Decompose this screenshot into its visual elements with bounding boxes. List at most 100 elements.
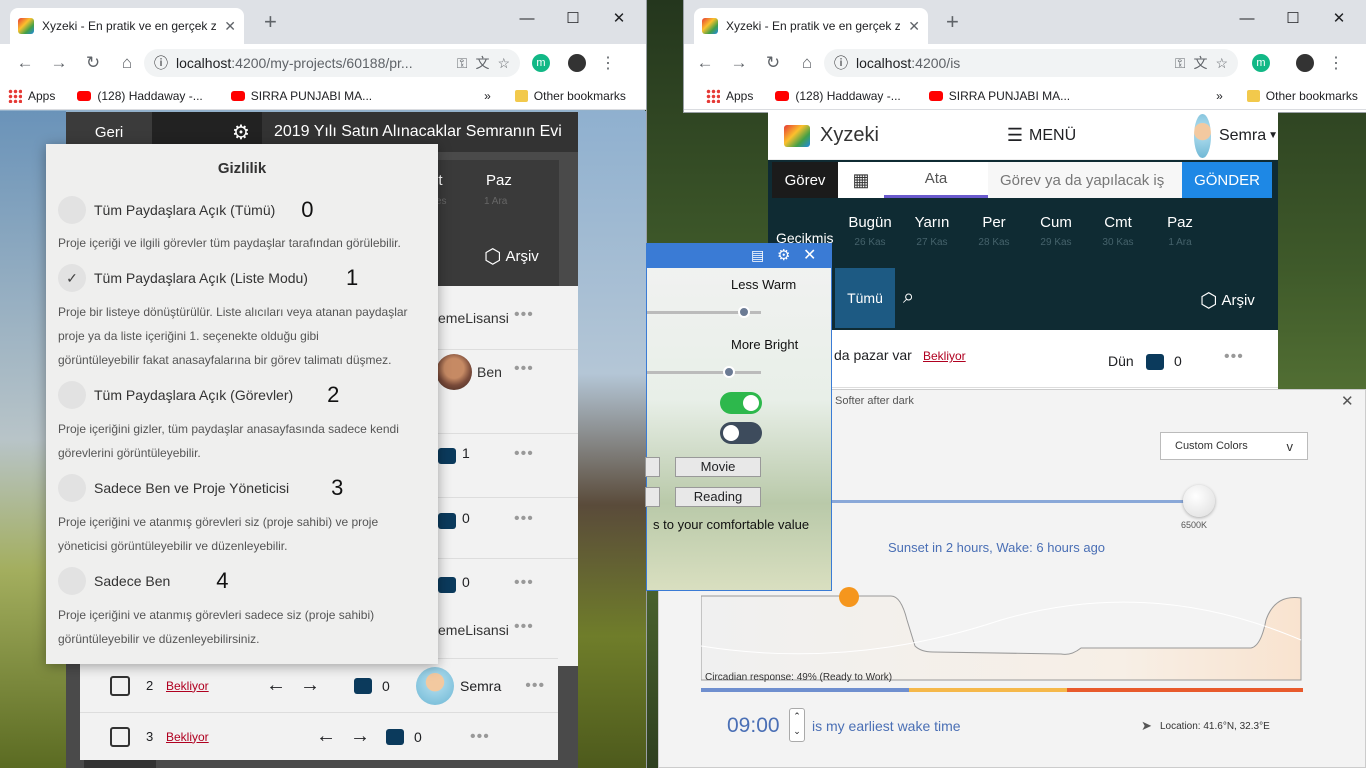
extension-icon[interactable]: m [1252, 54, 1270, 72]
comment-icon[interactable] [1146, 354, 1164, 370]
row-menu-dots-icon[interactable]: ••• [470, 728, 490, 746]
chevron-up-icon[interactable]: ⌃ [790, 709, 804, 724]
radio-button[interactable] [58, 567, 86, 595]
info-icon[interactable]: ⓘ [154, 53, 168, 73]
status-link[interactable]: Bekliyor [166, 679, 266, 693]
archive-button[interactable]: ⬡ Arşiv [484, 244, 539, 269]
comment-icon[interactable] [438, 577, 456, 593]
day-tab[interactable]: Yarın 27 Kas [902, 214, 962, 248]
comment-icon[interactable] [386, 728, 404, 745]
reload-icon[interactable]: ↻ [756, 53, 790, 73]
bookmark-haddaway[interactable]: (128) Haddaway -... [97, 89, 202, 103]
tab-task[interactable]: Görev [772, 162, 838, 198]
privacy-option-4[interactable]: Sadece Ben 4 [58, 567, 229, 595]
day-tab[interactable]: Per 28 Kas [964, 214, 1024, 248]
other-bookmarks[interactable]: Other bookmarks [1266, 89, 1358, 103]
profile-avatar[interactable] [1296, 54, 1314, 72]
color-temp-track[interactable] [829, 500, 1199, 503]
star-icon[interactable]: ☆ [1215, 55, 1228, 72]
checkmark-icon[interactable]: ✓ [58, 264, 86, 292]
new-tab-icon[interactable]: + [946, 11, 959, 33]
forward-arrow-icon[interactable]: → [42, 53, 76, 73]
preset-button-cut[interactable] [645, 487, 660, 507]
new-tab-icon[interactable]: + [264, 11, 277, 33]
gear-icon[interactable]: ⚙ [777, 246, 790, 264]
close-tab-icon[interactable]: ✕ [224, 18, 236, 35]
comment-icon[interactable] [438, 513, 456, 529]
star-icon[interactable]: ☆ [497, 55, 510, 72]
wake-time-value[interactable]: 09:00 [727, 714, 780, 738]
maximize-icon[interactable]: ☐ [1270, 6, 1316, 30]
status-link[interactable]: Bekliyor [166, 730, 316, 744]
extension-icon[interactable]: m [532, 54, 550, 72]
kebab-menu-icon[interactable]: ⋮ [600, 53, 616, 73]
search-icon[interactable]: ⌕ [903, 286, 914, 309]
translate-icon[interactable]: 文 [1193, 53, 1207, 73]
bookmark-sirra[interactable]: SIRRA PUNJABI MA... [251, 89, 372, 103]
privacy-option-1[interactable]: ✓ Tüm Paydaşlara Açık (Liste Modu) 1 [58, 264, 358, 292]
close-window-icon[interactable]: ✕ [1341, 392, 1354, 410]
user-avatar[interactable] [1194, 113, 1211, 158]
archive-button[interactable]: ⬡ Arşiv [1200, 288, 1255, 313]
send-button[interactable]: GÖNDER [1182, 162, 1272, 198]
hamburger-icon[interactable]: ☰ [1007, 125, 1023, 146]
reload-icon[interactable]: ↻ [76, 53, 110, 73]
preset-dropdown[interactable]: Custom Colors v [1160, 432, 1308, 460]
tab-assign[interactable]: Ata [884, 162, 988, 198]
wake-time-stepper[interactable]: ⌃ ⌄ [789, 708, 805, 742]
status-link[interactable]: Bekliyor [923, 349, 966, 363]
row-menu-dots-icon[interactable]: ••• [514, 360, 534, 378]
brand-name[interactable]: Xyzeki [820, 124, 879, 147]
row-menu-dots-icon[interactable]: ••• [514, 510, 534, 528]
profile-avatar[interactable] [568, 54, 586, 72]
notes-icon[interactable]: ▤ [751, 247, 764, 264]
preset-button-cut[interactable] [645, 457, 660, 477]
privacy-option-2[interactable]: Tüm Paydaşlara Açık (Görevler) 2 [58, 381, 339, 409]
warmth-slider-thumb[interactable] [737, 306, 750, 318]
user-name[interactable]: Semra [1219, 127, 1266, 145]
arrow-right-icon[interactable]: → [300, 674, 320, 697]
day-label[interactable]: Paz [486, 172, 512, 189]
forward-arrow-icon[interactable]: → [722, 53, 756, 73]
location-arrow-icon[interactable]: ➤ [1141, 718, 1152, 734]
task-checkbox[interactable] [110, 675, 130, 696]
task-input[interactable]: Görev ya da yapılacak iş [988, 162, 1182, 198]
reading-button[interactable]: Reading [675, 487, 761, 507]
day-tab[interactable]: Cum 29 Kas [1026, 214, 1086, 248]
back-arrow-icon[interactable]: ← [688, 53, 722, 73]
comment-icon[interactable] [354, 677, 372, 694]
toggle-off[interactable] [720, 422, 762, 444]
home-icon[interactable]: ⌂ [790, 53, 824, 73]
color-temp-thumb[interactable] [1183, 485, 1215, 517]
row-menu-dots-icon[interactable]: ••• [525, 677, 545, 695]
kebab-menu-icon[interactable]: ⋮ [1328, 53, 1344, 73]
bookmarks-overflow[interactable]: » [1216, 89, 1223, 103]
row-menu-dots-icon[interactable]: ••• [514, 618, 534, 636]
movie-button[interactable]: Movie [675, 457, 761, 477]
radio-button[interactable] [58, 196, 86, 224]
task-text[interactable]: da pazar var [834, 347, 912, 363]
bookmark-sirra[interactable]: SIRRA PUNJABI MA... [949, 89, 1070, 103]
address-bar[interactable]: ⓘ localhost:4200/is ⚿ 文 ☆ [824, 49, 1238, 77]
brightness-slider[interactable] [647, 371, 761, 374]
menu-button[interactable]: MENÜ [1029, 127, 1076, 145]
browser-tab[interactable]: Xyzeki - En pratik ve en gerçek za ✕ [694, 8, 928, 44]
row-menu-dots-icon[interactable]: ••• [514, 445, 534, 463]
bookmark-apps[interactable]: Apps [726, 89, 753, 103]
close-window-icon[interactable]: ✕ [1316, 6, 1362, 30]
key-icon[interactable]: ⚿ [1175, 55, 1186, 72]
calendar-icon[interactable]: ▦ [838, 162, 884, 198]
location-label[interactable]: Location: 41.6°N, 32.3°E [1160, 721, 1270, 732]
radio-button[interactable] [58, 474, 86, 502]
day-tab[interactable]: Paz 1 Ara [1150, 214, 1210, 248]
chevron-down-icon[interactable]: ⌄ [790, 724, 804, 739]
settings-gear-icon[interactable]: ⚙ [232, 120, 250, 145]
bookmark-apps[interactable]: Apps [28, 89, 55, 103]
maximize-icon[interactable]: ☐ [550, 6, 596, 30]
privacy-option-3[interactable]: Sadece Ben ve Proje Yöneticisi 3 [58, 474, 343, 502]
row-menu-dots-icon[interactable]: ••• [514, 574, 534, 592]
address-bar[interactable]: ⓘ localhost:4200/my-projects/60188/pr...… [144, 49, 520, 77]
task-checkbox[interactable] [110, 726, 130, 747]
close-icon[interactable]: ✕ [803, 245, 816, 265]
arrow-left-icon[interactable]: ← [266, 674, 286, 697]
